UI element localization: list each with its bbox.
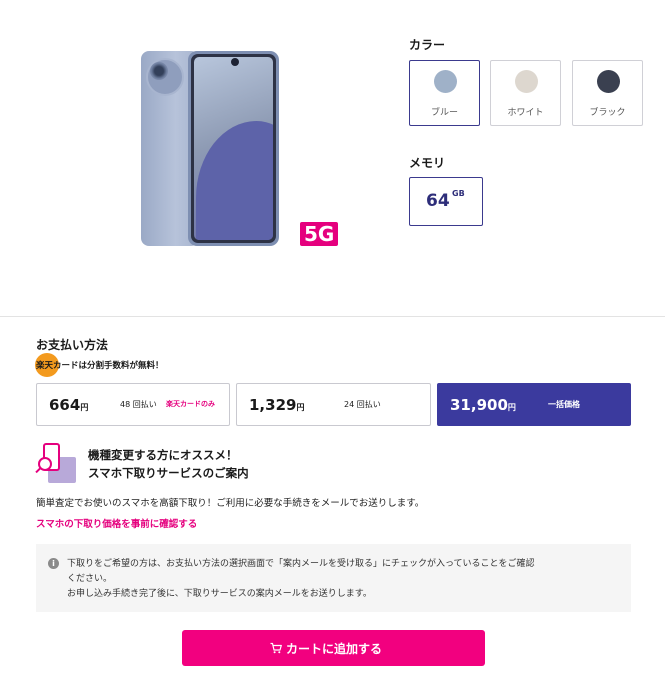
notice-line-2: ください。 xyxy=(67,574,113,584)
yen-unit: 円 xyxy=(80,403,89,412)
card-fee-note: 楽天カードは分割手数料が無料！ xyxy=(36,361,164,371)
payment-price: 1,329 xyxy=(249,396,297,414)
color-swatch xyxy=(515,70,538,93)
payment-price: 31,900 xyxy=(450,396,508,414)
add-to-cart-label: カートに追加する xyxy=(286,642,383,656)
payment-title: お支払い方法 xyxy=(36,338,109,352)
color-option-label: ブルー xyxy=(430,108,458,118)
section-divider xyxy=(0,316,665,317)
camera-lens xyxy=(150,62,168,80)
installment-count: 24 回払い xyxy=(344,400,381,409)
payment-price: 664 xyxy=(49,396,81,414)
trade-in-icon xyxy=(35,443,76,483)
lump-sum-label: 一括価格 xyxy=(548,400,580,409)
5g-badge: 5G xyxy=(300,222,339,246)
color-option-blue[interactable]: ブルー xyxy=(409,60,480,126)
color-option-label: ホワイト xyxy=(507,108,544,118)
payment-option-48[interactable]: 664円 48 回払い 楽天カードのみ xyxy=(36,383,230,426)
memory-option-64gb[interactable]: 64 GB xyxy=(409,177,483,226)
notice-line-3: お申し込み手続き完了後に、下取りサービスの案内メールをお送りします。 xyxy=(67,589,372,599)
payment-option-24[interactable]: 1,329円 24 回払い xyxy=(236,383,431,426)
installment-count: 48 回払い xyxy=(120,400,157,409)
info-icon: i xyxy=(48,558,59,569)
memory-label: メモリ xyxy=(409,156,446,170)
cart-icon xyxy=(270,642,282,654)
memory-unit: GB xyxy=(452,189,465,198)
notice-line-1: 下取りをご希望の方は、お支払い方法の選択画面で「案内メールを受け取る」にチェック… xyxy=(67,559,535,569)
color-label: カラー xyxy=(409,38,446,52)
trade-in-price-link[interactable]: スマホの下取り価格を事前に確認する xyxy=(36,516,197,530)
color-swatch xyxy=(434,70,457,93)
trade-in-title-line1: 機種変更する方にオススメ！ xyxy=(88,448,238,462)
rakuten-only-tag: 楽天カードのみ xyxy=(166,400,215,408)
trade-in-description: 簡単査定でお使いのスマホを高額下取り！ご利用に必要な手続きをメールでお送りします… xyxy=(36,498,425,509)
add-to-cart-button[interactable]: カートに追加する xyxy=(182,630,485,666)
phone-front-image xyxy=(188,51,279,246)
yen-unit: 円 xyxy=(507,403,516,412)
payment-option-lump-sum[interactable]: 31,900円 一括価格 xyxy=(437,383,631,426)
trade-in-title-line2: スマホ下取りサービスのご案内 xyxy=(88,466,249,480)
color-option-label: ブラック xyxy=(589,108,626,118)
yen-unit: 円 xyxy=(296,403,305,412)
color-option-black[interactable]: ブラック xyxy=(572,60,643,126)
color-swatch xyxy=(597,70,620,93)
color-option-white[interactable]: ホワイト xyxy=(490,60,561,126)
memory-value: 64 xyxy=(426,191,450,211)
product-image: 5G xyxy=(0,0,400,300)
trade-in-notice: i 下取りをご希望の方は、お支払い方法の選択画面で「案内メールを受け取る」にチェ… xyxy=(36,544,631,612)
